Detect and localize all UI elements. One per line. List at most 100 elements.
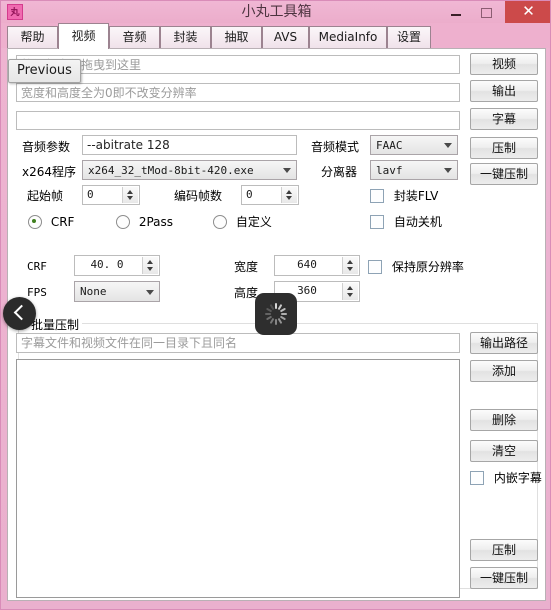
video-browse-button[interactable]: 视频 — [470, 53, 538, 75]
radio-icon — [213, 214, 227, 229]
embed-subtitle-label: 内嵌字幕 — [493, 471, 542, 485]
audio-mode-select[interactable]: FAAC — [370, 135, 458, 155]
chevron-down-icon — [283, 168, 291, 173]
stepper-up-icon[interactable] — [286, 190, 292, 194]
checkbox-icon — [470, 470, 484, 485]
maximize-button[interactable] — [471, 1, 501, 23]
title-bar: 丸 小丸工具箱 ✕ — [1, 1, 550, 23]
auto-shutdown-checkbox[interactable]: 自动关机 — [370, 214, 442, 230]
mux-flv-checkbox[interactable]: 封装FLV — [370, 188, 438, 204]
tab-settings[interactable]: 设置 — [387, 26, 431, 48]
height-label: 高度 — [234, 286, 259, 300]
fps-select[interactable]: None — [74, 281, 160, 302]
mode-2pass-label: 2Pass — [138, 215, 174, 229]
tab-avs[interactable]: AVS — [262, 26, 309, 48]
batch-file-list[interactable] — [16, 359, 460, 598]
back-button[interactable] — [3, 297, 36, 330]
close-icon: ✕ — [522, 3, 535, 20]
tab-help[interactable]: 帮助 — [7, 26, 58, 48]
auto-shutdown-label: 自动关机 — [393, 215, 442, 229]
subtitle-browse-button[interactable]: 字幕 — [470, 108, 538, 130]
radio-icon — [116, 214, 130, 229]
width-stepper[interactable]: 640 — [274, 255, 360, 276]
stepper-down-icon[interactable] — [127, 196, 133, 200]
stepper-buttons[interactable] — [142, 257, 158, 274]
x264-program-label: x264程序 — [22, 165, 77, 179]
demuxer-select[interactable]: lavf — [370, 160, 458, 180]
audio-mode-label: 音频模式 — [311, 140, 360, 154]
start-frame-value: 0 — [87, 188, 94, 201]
chevron-down-icon — [444, 168, 452, 173]
mode-2pass-radio[interactable]: 2Pass — [116, 214, 173, 230]
encode-frames-stepper[interactable]: 0 — [241, 185, 299, 205]
delete-file-button[interactable]: 删除 — [470, 409, 538, 431]
stepper-buttons[interactable] — [342, 257, 358, 274]
output-browse-button[interactable]: 输出 — [470, 80, 538, 102]
video-output-field[interactable]: 宽度和高度全为0即不改变分辨率 — [16, 83, 460, 102]
maximize-icon — [480, 8, 492, 19]
mux-flv-label: 封装FLV — [393, 189, 439, 203]
tab-audio[interactable]: 音频 — [109, 26, 160, 48]
stepper-down-icon[interactable] — [347, 267, 353, 271]
chevron-down-icon — [444, 143, 452, 148]
tab-bar: 帮助 视频 音频 封装 抽取 AVS MediaInfo 设置 — [1, 23, 550, 49]
width-value: 640 — [297, 258, 317, 271]
chevron-left-icon — [13, 304, 30, 321]
x264-program-select[interactable]: x264_32_tMod-8bit-420.exe — [82, 160, 297, 180]
x264-program-value: x264_32_tMod-8bit-420.exe — [88, 164, 254, 177]
subtitle-file-field[interactable] — [16, 111, 460, 130]
batch-compress-title: 批量压制 — [28, 316, 83, 333]
spinner-icon — [265, 303, 287, 325]
batch-compress-button[interactable]: 压制 — [470, 539, 538, 561]
crf-value: 40. 0 — [90, 258, 124, 271]
batch-subtitle-hint-field[interactable]: 字幕文件和视频文件在同一目录下且同名 — [16, 333, 460, 353]
stepper-up-icon[interactable] — [347, 260, 353, 264]
crf-label: CRF — [27, 260, 47, 273]
stepper-up-icon[interactable] — [347, 286, 353, 290]
checkbox-icon — [368, 259, 382, 274]
compress-button[interactable]: 压制 — [470, 137, 538, 159]
stepper-up-icon[interactable] — [127, 190, 133, 194]
stepper-down-icon[interactable] — [347, 293, 353, 297]
one-click-compress-button[interactable]: 一键压制 — [470, 163, 538, 185]
tab-mediainfo[interactable]: MediaInfo — [309, 26, 387, 48]
stepper-up-icon[interactable] — [147, 260, 153, 264]
crf-stepper[interactable]: 40. 0 — [74, 255, 160, 276]
mode-custom-radio[interactable]: 自定义 — [213, 214, 272, 230]
mode-custom-label: 自定义 — [235, 215, 272, 229]
output-path-button[interactable]: 输出路径 — [470, 332, 538, 354]
audio-params-label: 音频参数 — [22, 140, 71, 154]
tab-video[interactable]: 视频 — [58, 23, 109, 49]
audio-mode-value: FAAC — [376, 139, 403, 152]
width-label: 宽度 — [234, 260, 259, 274]
batch-one-click-button[interactable]: 一键压制 — [470, 567, 538, 589]
audio-params-field[interactable]: --abitrate 128 — [82, 135, 297, 155]
keep-resolution-checkbox[interactable]: 保持原分辨率 — [368, 259, 464, 275]
minimize-button[interactable] — [441, 1, 471, 23]
clear-list-button[interactable]: 清空 — [470, 440, 538, 462]
height-value: 360 — [297, 284, 317, 297]
loading-spinner — [255, 293, 297, 335]
tab-extract[interactable]: 抽取 — [211, 26, 262, 48]
close-button[interactable]: ✕ — [505, 1, 550, 23]
checkbox-icon — [370, 188, 384, 203]
embed-subtitle-checkbox[interactable]: 内嵌字幕 — [470, 470, 542, 486]
start-frame-stepper[interactable]: 0 — [82, 185, 140, 205]
stepper-down-icon[interactable] — [147, 267, 153, 271]
stepper-buttons[interactable] — [122, 187, 138, 203]
keep-resolution-label: 保持原分辨率 — [391, 260, 464, 274]
demuxer-label: 分离器 — [321, 165, 358, 179]
video-input-field[interactable]: 将视频文件拖曳到这里 — [16, 55, 460, 74]
previous-tooltip: Previous — [8, 59, 81, 83]
minimize-icon — [451, 13, 461, 16]
stepper-buttons[interactable] — [281, 187, 297, 203]
encode-frames-label: 编码帧数 — [174, 189, 223, 203]
fps-label: FPS — [27, 286, 47, 299]
encode-frames-value: 0 — [246, 188, 253, 201]
add-file-button[interactable]: 添加 — [470, 360, 538, 382]
fps-value: None — [80, 285, 107, 298]
tab-mux[interactable]: 封装 — [160, 26, 211, 48]
mode-crf-radio[interactable]: CRF — [28, 214, 74, 230]
stepper-down-icon[interactable] — [286, 196, 292, 200]
stepper-buttons[interactable] — [342, 283, 358, 300]
